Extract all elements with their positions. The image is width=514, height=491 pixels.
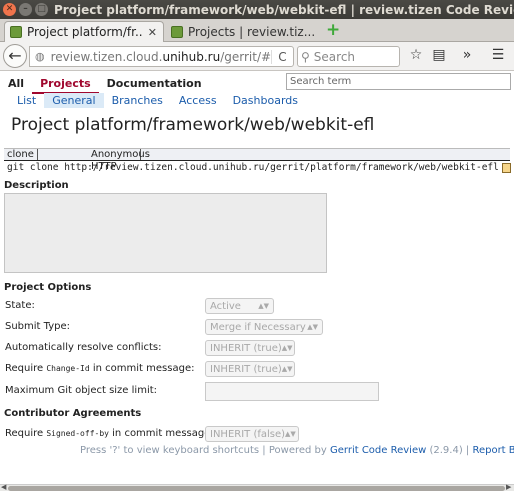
state-select[interactable]: Active ▲▼ [205, 298, 274, 314]
topmenu-all[interactable]: All [0, 74, 32, 94]
submenu-branches[interactable]: Branches [104, 93, 171, 108]
project-submenu: List General Branches Access Dashboards [9, 93, 306, 108]
chevron-updown-icon: ▲▼ [258, 302, 269, 310]
gerrit-search-input[interactable]: Search term [286, 73, 511, 90]
star-icon[interactable]: ☆ [406, 47, 426, 63]
window-controls: ✕ – □ [3, 3, 48, 16]
page-footer: Press '?' to view keyboard shortcuts | P… [80, 445, 514, 456]
chevron-updown-icon: ▲▼ [307, 323, 318, 331]
new-tab-button[interactable]: + [326, 22, 340, 39]
max-object-size-label: Maximum Git object size limit: [5, 385, 158, 396]
description-heading: Description [4, 180, 69, 191]
project-options-heading: Project Options [4, 282, 92, 293]
window-title: Project platform/framework/web/webkit-ef… [54, 2, 514, 17]
search-icon: ⚲ [301, 49, 310, 64]
topmenu-documentation[interactable]: Documentation [99, 74, 210, 94]
reload-icon[interactable]: C [271, 49, 293, 64]
window-titlebar: ✕ – □ Project platform/framework/web/web… [0, 0, 514, 19]
auto-resolve-label: Automatically resolve conflicts: [5, 342, 162, 353]
submenu-access[interactable]: Access [171, 93, 225, 108]
chevron-updown-icon: ▲▼ [281, 344, 293, 352]
horizontal-scrollbar[interactable]: ◀ ▶ [0, 483, 514, 491]
tab-close-icon[interactable]: ✕ [148, 26, 157, 39]
window-minimize-button[interactable]: – [19, 3, 32, 16]
url-bar[interactable]: ◍ review.tizen.cloud.unihub.ru/gerrit/# … [29, 46, 294, 67]
submit-type-select[interactable]: Merge if Necessary ▲▼ [205, 319, 323, 335]
browser-search-input[interactable]: ⚲ Search [297, 46, 400, 67]
tab-projects[interactable]: Projects | review.tiz... [166, 21, 326, 42]
submenu-dashboards[interactable]: Dashboards [225, 93, 306, 108]
gerrit-page: All Projects Documentation Search term L… [0, 72, 514, 484]
tab-label: Project platform/fr... [27, 25, 143, 39]
chevron-updown-icon: ▲▼ [281, 365, 293, 373]
clone-method-tab[interactable]: Anonymous HTTP [38, 149, 150, 172]
description-textarea[interactable] [4, 193, 327, 273]
scroll-left-icon[interactable]: ◀ [1, 483, 6, 491]
max-object-size-input[interactable] [205, 382, 379, 401]
tab-strip: Project platform/fr... ✕ Projects | revi… [0, 19, 514, 42]
tab-project-platform[interactable]: Project platform/fr... ✕ [4, 21, 164, 42]
tab-label: Projects | review.tiz... [188, 24, 316, 39]
window-maximize-button[interactable]: □ [35, 3, 48, 16]
auto-resolve-select[interactable]: INHERIT (true) ▲▼ [205, 340, 295, 356]
submenu-list[interactable]: List [9, 93, 44, 108]
contributor-agreements-heading: Contributor Agreements [4, 408, 142, 419]
gerrit-favicon-icon [10, 26, 22, 38]
page-title: Project platform/framework/web/webkit-ef… [11, 115, 375, 135]
report-bug-link[interactable]: Report Bug [472, 445, 514, 456]
change-id-select[interactable]: INHERIT (true) ▲▼ [205, 361, 295, 377]
reading-list-icon[interactable]: ▤ [429, 47, 449, 63]
url-text: review.tizen.cloud.unihub.ru/gerrit/# [50, 49, 271, 64]
state-label: State: [5, 300, 35, 311]
copy-icon[interactable] [501, 162, 511, 173]
topmenu-projects[interactable]: Projects [32, 74, 99, 94]
globe-icon: ◍ [35, 50, 45, 63]
clone-command: git clone http://review.tizen.cloud.unih… [7, 162, 511, 173]
scrollbar-thumb[interactable] [8, 486, 505, 491]
navigation-toolbar: ← ◍ review.tizen.cloud.unihub.ru/gerrit/… [0, 42, 514, 71]
signed-off-by-select[interactable]: INHERIT (false) ▲▼ [205, 426, 299, 442]
submenu-general[interactable]: General [44, 93, 104, 108]
window-close-button[interactable]: ✕ [3, 3, 16, 16]
gerrit-top-menu: All Projects Documentation [0, 74, 210, 94]
gerrit-code-review-link[interactable]: Gerrit Code Review [330, 445, 426, 456]
submit-type-label: Submit Type: [5, 321, 70, 332]
back-button[interactable]: ← [3, 44, 27, 68]
clone-bar: clone Anonymous HTTP [4, 148, 510, 172]
chevron-updown-icon: ▲▼ [285, 430, 296, 438]
hamburger-menu-icon[interactable]: ☰ [488, 47, 508, 63]
gerrit-favicon-icon [171, 25, 183, 38]
clone-label: clone [4, 149, 38, 160]
scroll-right-icon[interactable]: ▶ [506, 483, 511, 491]
change-id-label: Require Change-Id in commit message: [5, 363, 195, 374]
signed-off-by-label: Require Signed-off-by in commit message: [5, 428, 214, 439]
overflow-icon[interactable]: » [457, 47, 477, 63]
search-placeholder: Search [313, 49, 356, 64]
